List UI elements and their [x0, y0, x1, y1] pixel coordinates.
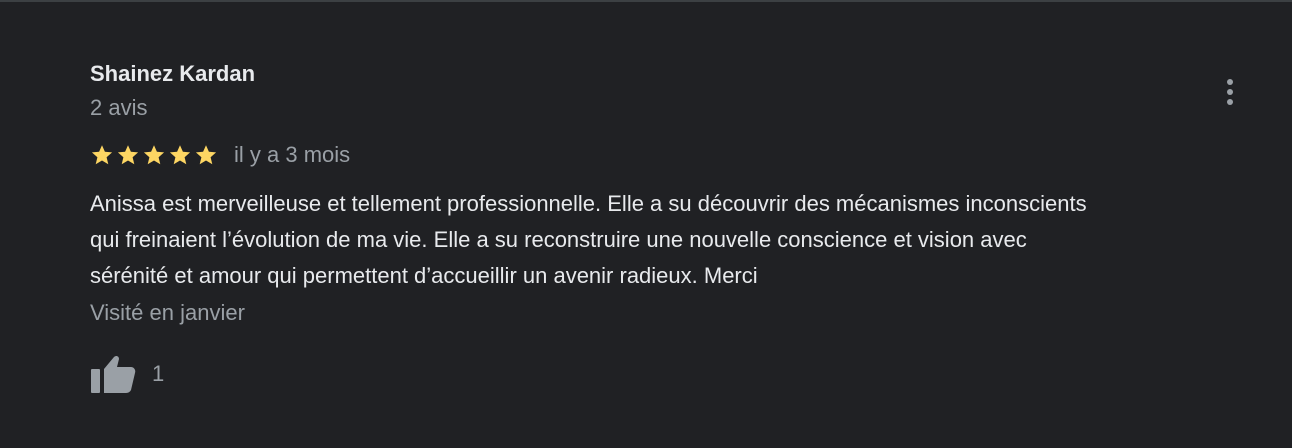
more-vert-icon	[1227, 79, 1233, 105]
like-count: 1	[152, 361, 165, 386]
visit-date: Visité en janvier	[90, 300, 245, 325]
star-icon	[117, 145, 139, 165]
reviewer-review-count[interactable]: 2 avis	[90, 95, 147, 121]
thumb-up-icon	[91, 355, 136, 393]
star-rating	[90, 143, 218, 167]
star-icon	[195, 145, 217, 165]
reviewer-name[interactable]: Shainez Kardan	[90, 61, 255, 87]
review-text-line: qui freinaient l’évolution de ma vie. El…	[90, 227, 1027, 252]
review-card: Shainez Kardan 2 avis il y a 3 mois Anis…	[90, 2, 1280, 448]
like-button[interactable]: 1	[90, 352, 164, 396]
star-icon	[169, 145, 191, 165]
review-panel: Shainez Kardan 2 avis il y a 3 mois Anis…	[0, 0, 1292, 448]
review-text-line: sérénité et amour qui permettent d’accue…	[90, 263, 758, 288]
review-text: Anissa est merveilleuse et tellement pro…	[90, 186, 1275, 294]
review-date: il y a 3 mois	[234, 142, 351, 167]
rating-row: il y a 3 mois	[90, 141, 350, 169]
more-options-button[interactable]	[1216, 74, 1244, 110]
review-text-line: Anissa est merveilleuse et tellement pro…	[90, 191, 1087, 216]
star-icon	[143, 145, 165, 165]
star-icon	[91, 145, 113, 165]
